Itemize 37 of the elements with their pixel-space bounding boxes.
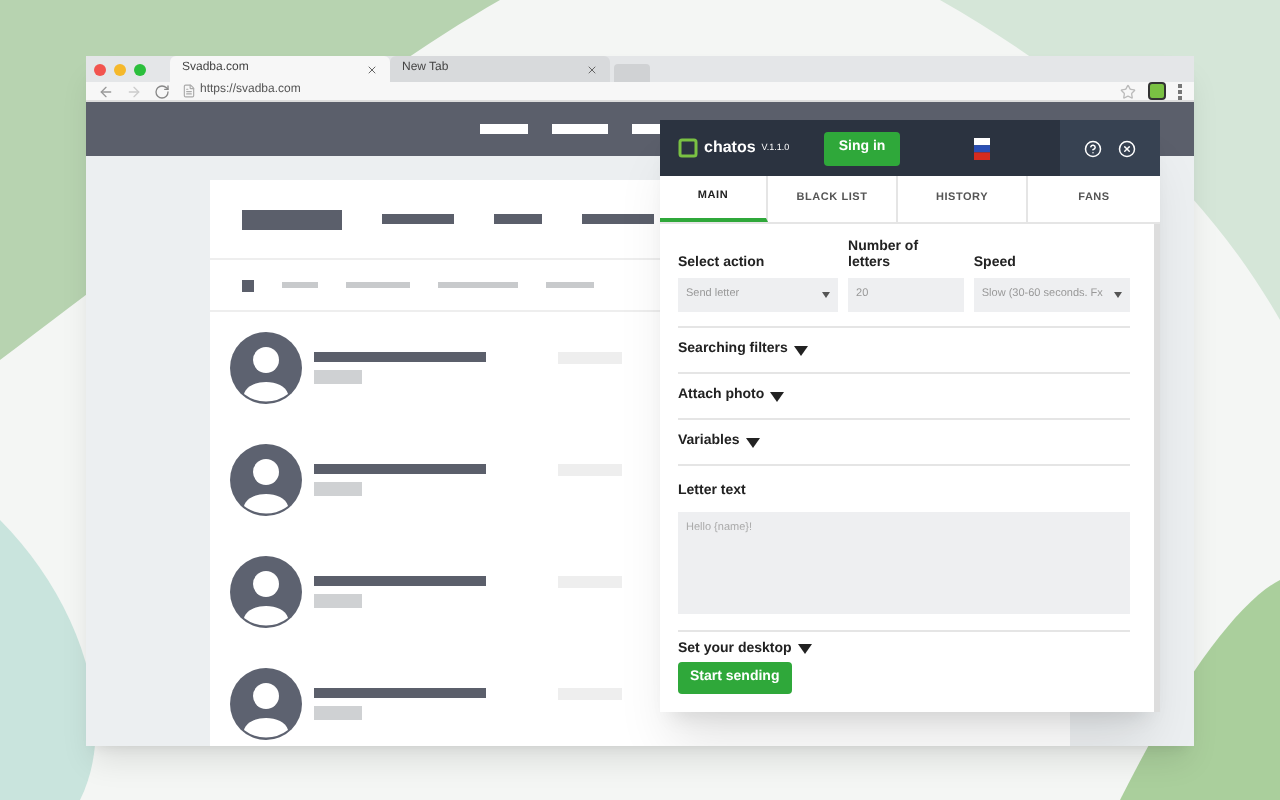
- placeholder-bar: [314, 594, 362, 608]
- avatar-silhouette-icon: [230, 444, 302, 516]
- avatar-silhouette-icon: [230, 332, 302, 404]
- caret-icon: [793, 345, 808, 355]
- placeholder-bar: [242, 279, 254, 291]
- help-icon[interactable]: [1084, 139, 1102, 157]
- flag-icon[interactable]: [974, 137, 990, 159]
- extension-icon[interactable]: [1148, 82, 1166, 100]
- close-tab-icon[interactable]: [586, 63, 598, 75]
- avatar-silhouette-icon: [230, 668, 302, 740]
- placeholder-bar: [314, 482, 362, 496]
- placeholder-bar: [582, 214, 654, 224]
- caret-icon: [797, 644, 812, 655]
- placeholder-bar: [438, 282, 518, 288]
- placeholder-bar: [546, 282, 594, 288]
- caret-icon: [770, 391, 785, 401]
- back-icon[interactable]: [98, 83, 114, 99]
- caret-icon: [745, 437, 760, 447]
- brand-name: chatos: [704, 136, 756, 160]
- placeholder-bar: [242, 209, 342, 229]
- bookmark-star-icon[interactable]: [1120, 83, 1136, 99]
- placeholder-bar: [346, 282, 410, 288]
- close-tab-icon[interactable]: [366, 63, 378, 75]
- avatar-silhouette-icon: [230, 556, 302, 628]
- reload-icon[interactable]: [154, 83, 170, 99]
- placeholder-bar: [494, 214, 542, 224]
- dropdown-caret-icon: [1114, 292, 1122, 298]
- placeholder-bar: [480, 124, 528, 134]
- placeholder-bar: [282, 282, 318, 288]
- placeholder-bar: [314, 370, 362, 384]
- placeholder-bar: [314, 706, 362, 720]
- dropdown-caret-icon: [822, 292, 831, 298]
- close-icon[interactable]: [1118, 139, 1136, 157]
- chat-logo-icon: [678, 138, 698, 158]
- page-icon: [182, 84, 196, 98]
- placeholder-bar: [552, 124, 608, 134]
- placeholder-bar: [382, 214, 454, 224]
